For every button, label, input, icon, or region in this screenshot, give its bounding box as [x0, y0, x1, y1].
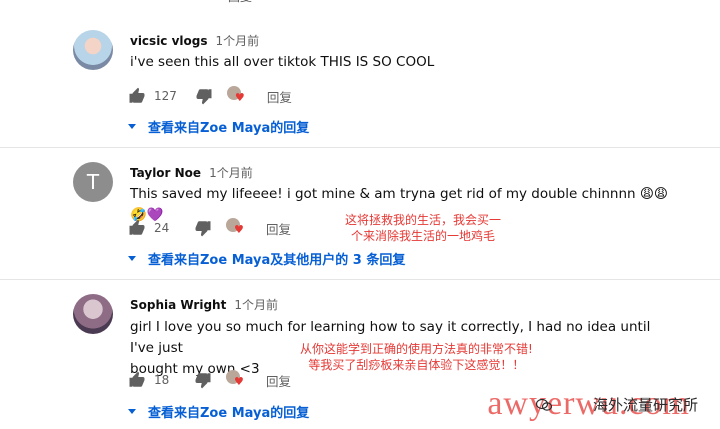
thumbs-down-icon[interactable]: [194, 371, 212, 389]
comment-actions: 24 ♥ 回复: [128, 218, 291, 238]
creator-heart-icon: ♥: [226, 370, 246, 390]
thumbs-down-icon[interactable]: [195, 87, 213, 105]
like-count: 127: [154, 89, 177, 103]
comment-text: i've seen this all over tiktok THIS IS S…: [130, 54, 435, 70]
author-name[interactable]: vicsic vlogs: [130, 34, 208, 48]
reply-button[interactable]: 回复: [266, 219, 291, 238]
caret-down-icon: [128, 124, 136, 129]
caret-down-icon: [128, 409, 136, 414]
annotation-translation: 这将拯救我的生活，我会买一 个来消除我生活的一地鸡毛: [345, 213, 502, 243]
divider: [0, 147, 720, 148]
creator-heart-icon: ♥: [226, 86, 247, 106]
comment-actions: 18 ♥ 回复: [128, 370, 291, 390]
author-name[interactable]: Sophia Wright: [130, 298, 226, 312]
thumbs-up-icon[interactable]: [128, 219, 146, 237]
avatar[interactable]: T: [73, 162, 113, 202]
view-replies-button[interactable]: 查看来自Zoe Maya的回复: [128, 117, 309, 136]
view-replies-label: 查看来自Zoe Maya的回复: [148, 406, 310, 421]
reply-button[interactable]: 回复: [266, 371, 291, 390]
comment-header: Sophia Wright 1个月前: [130, 296, 278, 313]
comment-header: Taylor Noe 1个月前: [130, 164, 253, 181]
comment-time[interactable]: 1个月前: [234, 296, 278, 313]
like-count: 24: [154, 221, 170, 235]
avatar[interactable]: [73, 30, 113, 70]
thumbs-up-icon[interactable]: [128, 87, 146, 105]
annotation-translation: 从你这能学到正确的使用方法真的非常不错! 等我买了刮痧板来亲自体验下这感觉！！: [300, 342, 533, 372]
previous-comment-actions: 回复: [0, 0, 720, 6]
view-replies-button[interactable]: 查看来自Zoe Maya的回复: [128, 402, 309, 421]
view-replies-label: 查看来自Zoe Maya及其他用户的 3 条回复: [148, 253, 406, 268]
view-replies-label: 查看来自Zoe Maya的回复: [148, 121, 310, 136]
comment-actions: 127 ♥ 回复: [128, 86, 292, 106]
reply-button[interactable]: 回复: [228, 0, 252, 5]
watermark-text: 海外流量研究所: [592, 396, 698, 414]
view-replies-button[interactable]: 查看来自Zoe Maya及其他用户的 3 条回复: [128, 249, 405, 268]
avatar[interactable]: [73, 294, 113, 334]
caret-down-icon: [128, 256, 136, 261]
author-name[interactable]: Taylor Noe: [130, 166, 201, 180]
comment-header: vicsic vlogs 1个月前: [130, 32, 259, 49]
like-count: 18: [154, 373, 170, 387]
comment-time[interactable]: 1个月前: [216, 32, 260, 49]
divider: [0, 279, 720, 280]
creator-heart-icon: ♥: [226, 218, 246, 238]
wechat-icon: [536, 399, 552, 411]
comment-time[interactable]: 1个月前: [209, 164, 253, 181]
thumbs-down-icon[interactable]: [194, 219, 212, 237]
thumbs-up-icon[interactable]: [128, 371, 146, 389]
reply-button[interactable]: 回复: [267, 87, 292, 106]
